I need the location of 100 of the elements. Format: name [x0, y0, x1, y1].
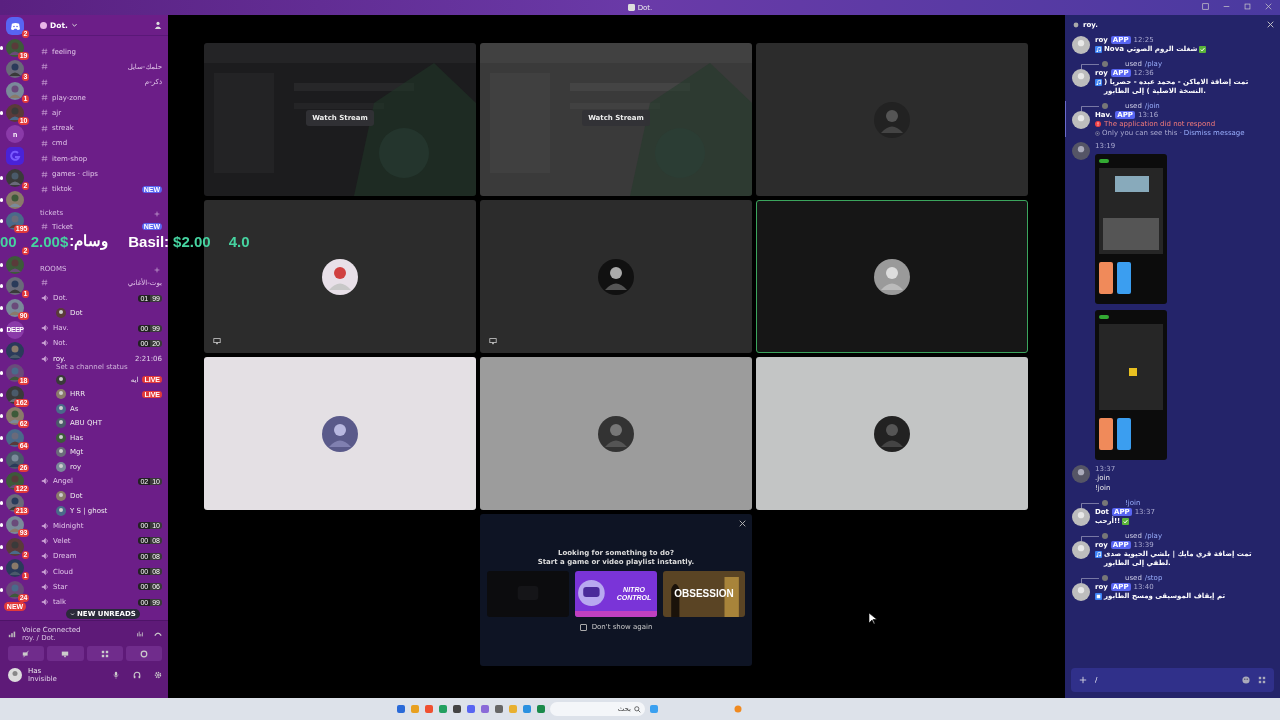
weather-icon — [733, 704, 743, 714]
user-avatar — [1072, 69, 1090, 87]
speaker-icon — [41, 598, 49, 607]
screen-share-icon — [489, 337, 497, 345]
hash-icon — [41, 279, 48, 287]
screen-share-icon — [213, 337, 221, 345]
hash-icon — [41, 223, 48, 231]
hash-icon — [41, 48, 48, 56]
home-button[interactable] — [6, 17, 24, 35]
speaker-icon — [41, 552, 49, 561]
user-avatar — [1102, 103, 1108, 109]
grid-icon — [100, 649, 109, 658]
member-avatar — [56, 432, 66, 443]
disconnect-icon[interactable] — [154, 630, 162, 638]
user-avatar — [1072, 541, 1090, 559]
hash-icon — [41, 185, 48, 193]
eye-icon — [1095, 130, 1100, 136]
add-channel-icon[interactable] — [154, 267, 160, 274]
ring-icon — [139, 649, 148, 658]
user-avatar — [598, 415, 634, 452]
member-avatar — [56, 389, 66, 399]
overlay-amount: 2.00$ — [30, 232, 69, 250]
waveform-icon[interactable] — [136, 630, 144, 638]
add-icon[interactable] — [1079, 676, 1087, 684]
hash-icon — [41, 155, 48, 163]
headphones-icon[interactable] — [133, 671, 141, 679]
checkbox[interactable] — [579, 623, 587, 631]
overlay-amount: 4.0 — [228, 232, 250, 250]
member-avatar — [56, 491, 66, 502]
chevron-icon — [70, 611, 75, 617]
reply-connector — [1081, 577, 1099, 583]
maximize-icon[interactable] — [1244, 3, 1251, 10]
speaker-icon — [41, 477, 49, 486]
close-icon[interactable] — [1267, 21, 1274, 28]
member-avatar — [56, 374, 66, 385]
signal-icon — [8, 630, 16, 638]
hash-icon — [41, 139, 48, 147]
user-avatar — [1072, 36, 1090, 54]
overlay-label: Basil: — [128, 232, 170, 250]
reply-connector — [1081, 502, 1099, 508]
member-avatar — [56, 403, 66, 414]
speaker-icon — [41, 521, 49, 530]
close-icon[interactable] — [739, 520, 746, 527]
monitor-icon — [61, 649, 70, 658]
overlay-amount: 00 — [0, 232, 17, 250]
thread-icon — [1073, 21, 1079, 28]
caret-icon[interactable] — [70, 21, 78, 29]
apps-icon[interactable] — [1258, 676, 1266, 684]
member-avatar — [56, 505, 66, 516]
hash-icon — [41, 124, 48, 132]
reply-connector — [1081, 105, 1099, 111]
member-avatar — [56, 461, 66, 472]
overlay-amount: $2.00 — [173, 232, 211, 250]
video-tile[interactable] — [756, 357, 1028, 510]
add-channel-icon[interactable] — [154, 210, 160, 217]
game-title: OBSESSION — [674, 590, 734, 598]
speaker-icon — [41, 567, 49, 576]
server-icon — [40, 21, 47, 29]
settings-icon[interactable] — [154, 671, 162, 679]
user-avatar — [1102, 61, 1108, 67]
screen-share-button[interactable] — [47, 646, 84, 661]
user-avatar — [1072, 508, 1090, 526]
reply-connector — [1081, 63, 1099, 69]
video-tile[interactable] — [756, 43, 1028, 196]
inbox-icon[interactable] — [1202, 3, 1209, 10]
minimize-icon[interactable] — [1223, 3, 1230, 10]
activities-button[interactable] — [86, 646, 123, 661]
emoji-icon[interactable] — [1242, 676, 1250, 684]
error-icon — [1095, 121, 1101, 127]
hash-icon — [41, 94, 48, 102]
search-icon — [634, 705, 641, 713]
user-avatar[interactable] — [8, 668, 22, 682]
speaker-icon — [41, 537, 49, 545]
user-avatar — [322, 415, 358, 452]
camera-button[interactable] — [8, 646, 45, 661]
soundboard-button[interactable] — [125, 646, 162, 661]
user-avatar — [322, 258, 358, 295]
video-tile[interactable] — [480, 357, 752, 510]
user-avatar — [1072, 465, 1090, 483]
close-icon[interactable] — [1265, 3, 1272, 10]
hash-icon — [41, 170, 48, 178]
user-avatar — [1072, 583, 1090, 601]
add-member-icon[interactable] — [154, 21, 162, 29]
camera-off-icon — [22, 649, 31, 658]
user-avatar — [874, 258, 910, 295]
mouse-cursor-icon — [869, 613, 877, 625]
user-avatar — [874, 101, 910, 138]
user-avatar — [874, 415, 910, 452]
member-avatar — [56, 308, 66, 319]
user-avatar — [1102, 575, 1108, 581]
speaker-icon — [41, 582, 49, 591]
video-tile[interactable] — [480, 200, 752, 353]
speaker-icon — [41, 324, 49, 332]
hash-icon — [41, 109, 48, 117]
member-avatar — [56, 447, 66, 457]
microphone-icon[interactable] — [112, 671, 120, 679]
video-tile[interactable] — [204, 357, 476, 510]
speaker-icon — [41, 354, 49, 363]
speaker-icon — [41, 339, 49, 348]
video-tile[interactable] — [756, 200, 1028, 353]
